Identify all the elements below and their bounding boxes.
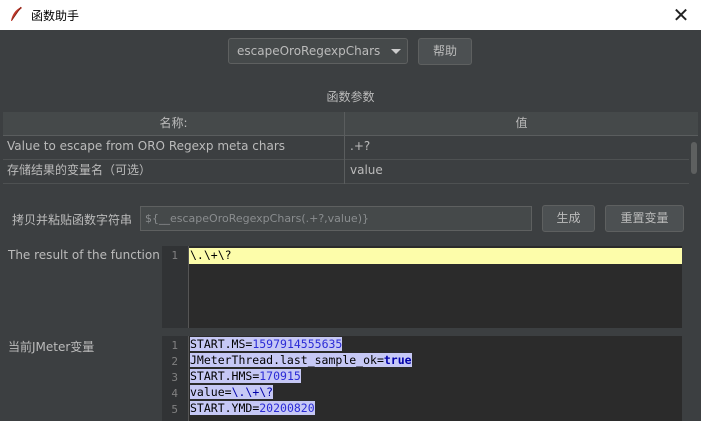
result-line: \.\+\? [190, 248, 232, 262]
params-section-title: 函数参数 [326, 90, 375, 104]
var-line: START.YMD=20200820 [190, 401, 315, 415]
var-value: 170915 [259, 369, 301, 383]
line-number: 1 [171, 339, 178, 352]
var-line: START.HMS=170915 [190, 369, 301, 383]
var-key: START.YMD [190, 401, 253, 415]
result-editor[interactable]: 1 \.\+\? [162, 246, 682, 328]
var-key: START.MS [190, 337, 246, 351]
var-line: START.MS=1597914555635 [190, 337, 343, 351]
var-value: \.\+\? [231, 385, 274, 399]
scrollbar-thumb[interactable] [691, 142, 697, 174]
var-value: 1597914555635 [252, 337, 343, 351]
param-value[interactable]: value [350, 160, 680, 183]
jmeter-vars-editor[interactable]: 1 2 3 4 5 START.MS=1597914555635 JMeterT… [162, 336, 682, 421]
var-value: true [383, 353, 412, 367]
help-button[interactable]: 帮助 [418, 38, 472, 65]
jmeter-vars-label: 当前JMeter变量 [8, 340, 95, 354]
param-name: 存储结果的变量名（可选） [7, 163, 152, 177]
var-value: 20200820 [259, 401, 315, 415]
var-line: JMeterThread.last_sample_ok=true [190, 353, 412, 367]
line-gutter: 1 [162, 246, 189, 328]
function-string-field[interactable]: ${__escapeOroRegexpChars(.+?,value)} [140, 206, 532, 231]
params-scrollbar[interactable] [689, 136, 698, 184]
line-number: 3 [171, 371, 178, 384]
table-row[interactable]: Value to escape from ORO Regexp meta cha… [3, 136, 689, 160]
params-table-header: 名称: 值 [3, 112, 698, 136]
window-title: 函数助手 [31, 9, 80, 23]
column-header-name[interactable]: 名称: [3, 112, 344, 135]
copy-label: 拷贝并粘贴函数字符串 [12, 213, 133, 227]
reset-variables-button[interactable]: 重置变量 [605, 205, 684, 232]
line-number: 4 [171, 387, 178, 400]
title-bar: 函数助手 ✕ [0, 0, 701, 30]
line-number: 5 [171, 403, 178, 416]
var-line: value=\.\+\? [190, 385, 274, 399]
chevron-down-icon [391, 49, 401, 54]
function-select[interactable]: escapeOroRegexpChars [228, 38, 408, 64]
line-number: 2 [171, 355, 178, 368]
table-row[interactable]: 存储结果的变量名（可选） value [3, 160, 689, 184]
column-header-value[interactable]: 值 [345, 112, 698, 135]
feather-icon [11, 6, 22, 21]
line-number: 1 [171, 249, 178, 262]
close-icon[interactable]: ✕ [669, 3, 693, 27]
var-key: value [190, 385, 225, 399]
var-key: START.HMS [190, 369, 253, 383]
param-name: Value to escape from ORO Regexp meta cha… [7, 139, 286, 153]
var-key: JMeterThread.last_sample_ok [190, 353, 377, 367]
column-divider [344, 112, 345, 184]
param-value[interactable]: .+? [350, 136, 680, 159]
function-select-value: escapeOroRegexpChars [237, 44, 381, 58]
current-line-highlight [189, 248, 682, 264]
line-gutter: 1 2 3 4 5 [162, 336, 189, 421]
result-label: The result of the function is [8, 248, 174, 262]
generate-button[interactable]: 生成 [542, 205, 595, 232]
